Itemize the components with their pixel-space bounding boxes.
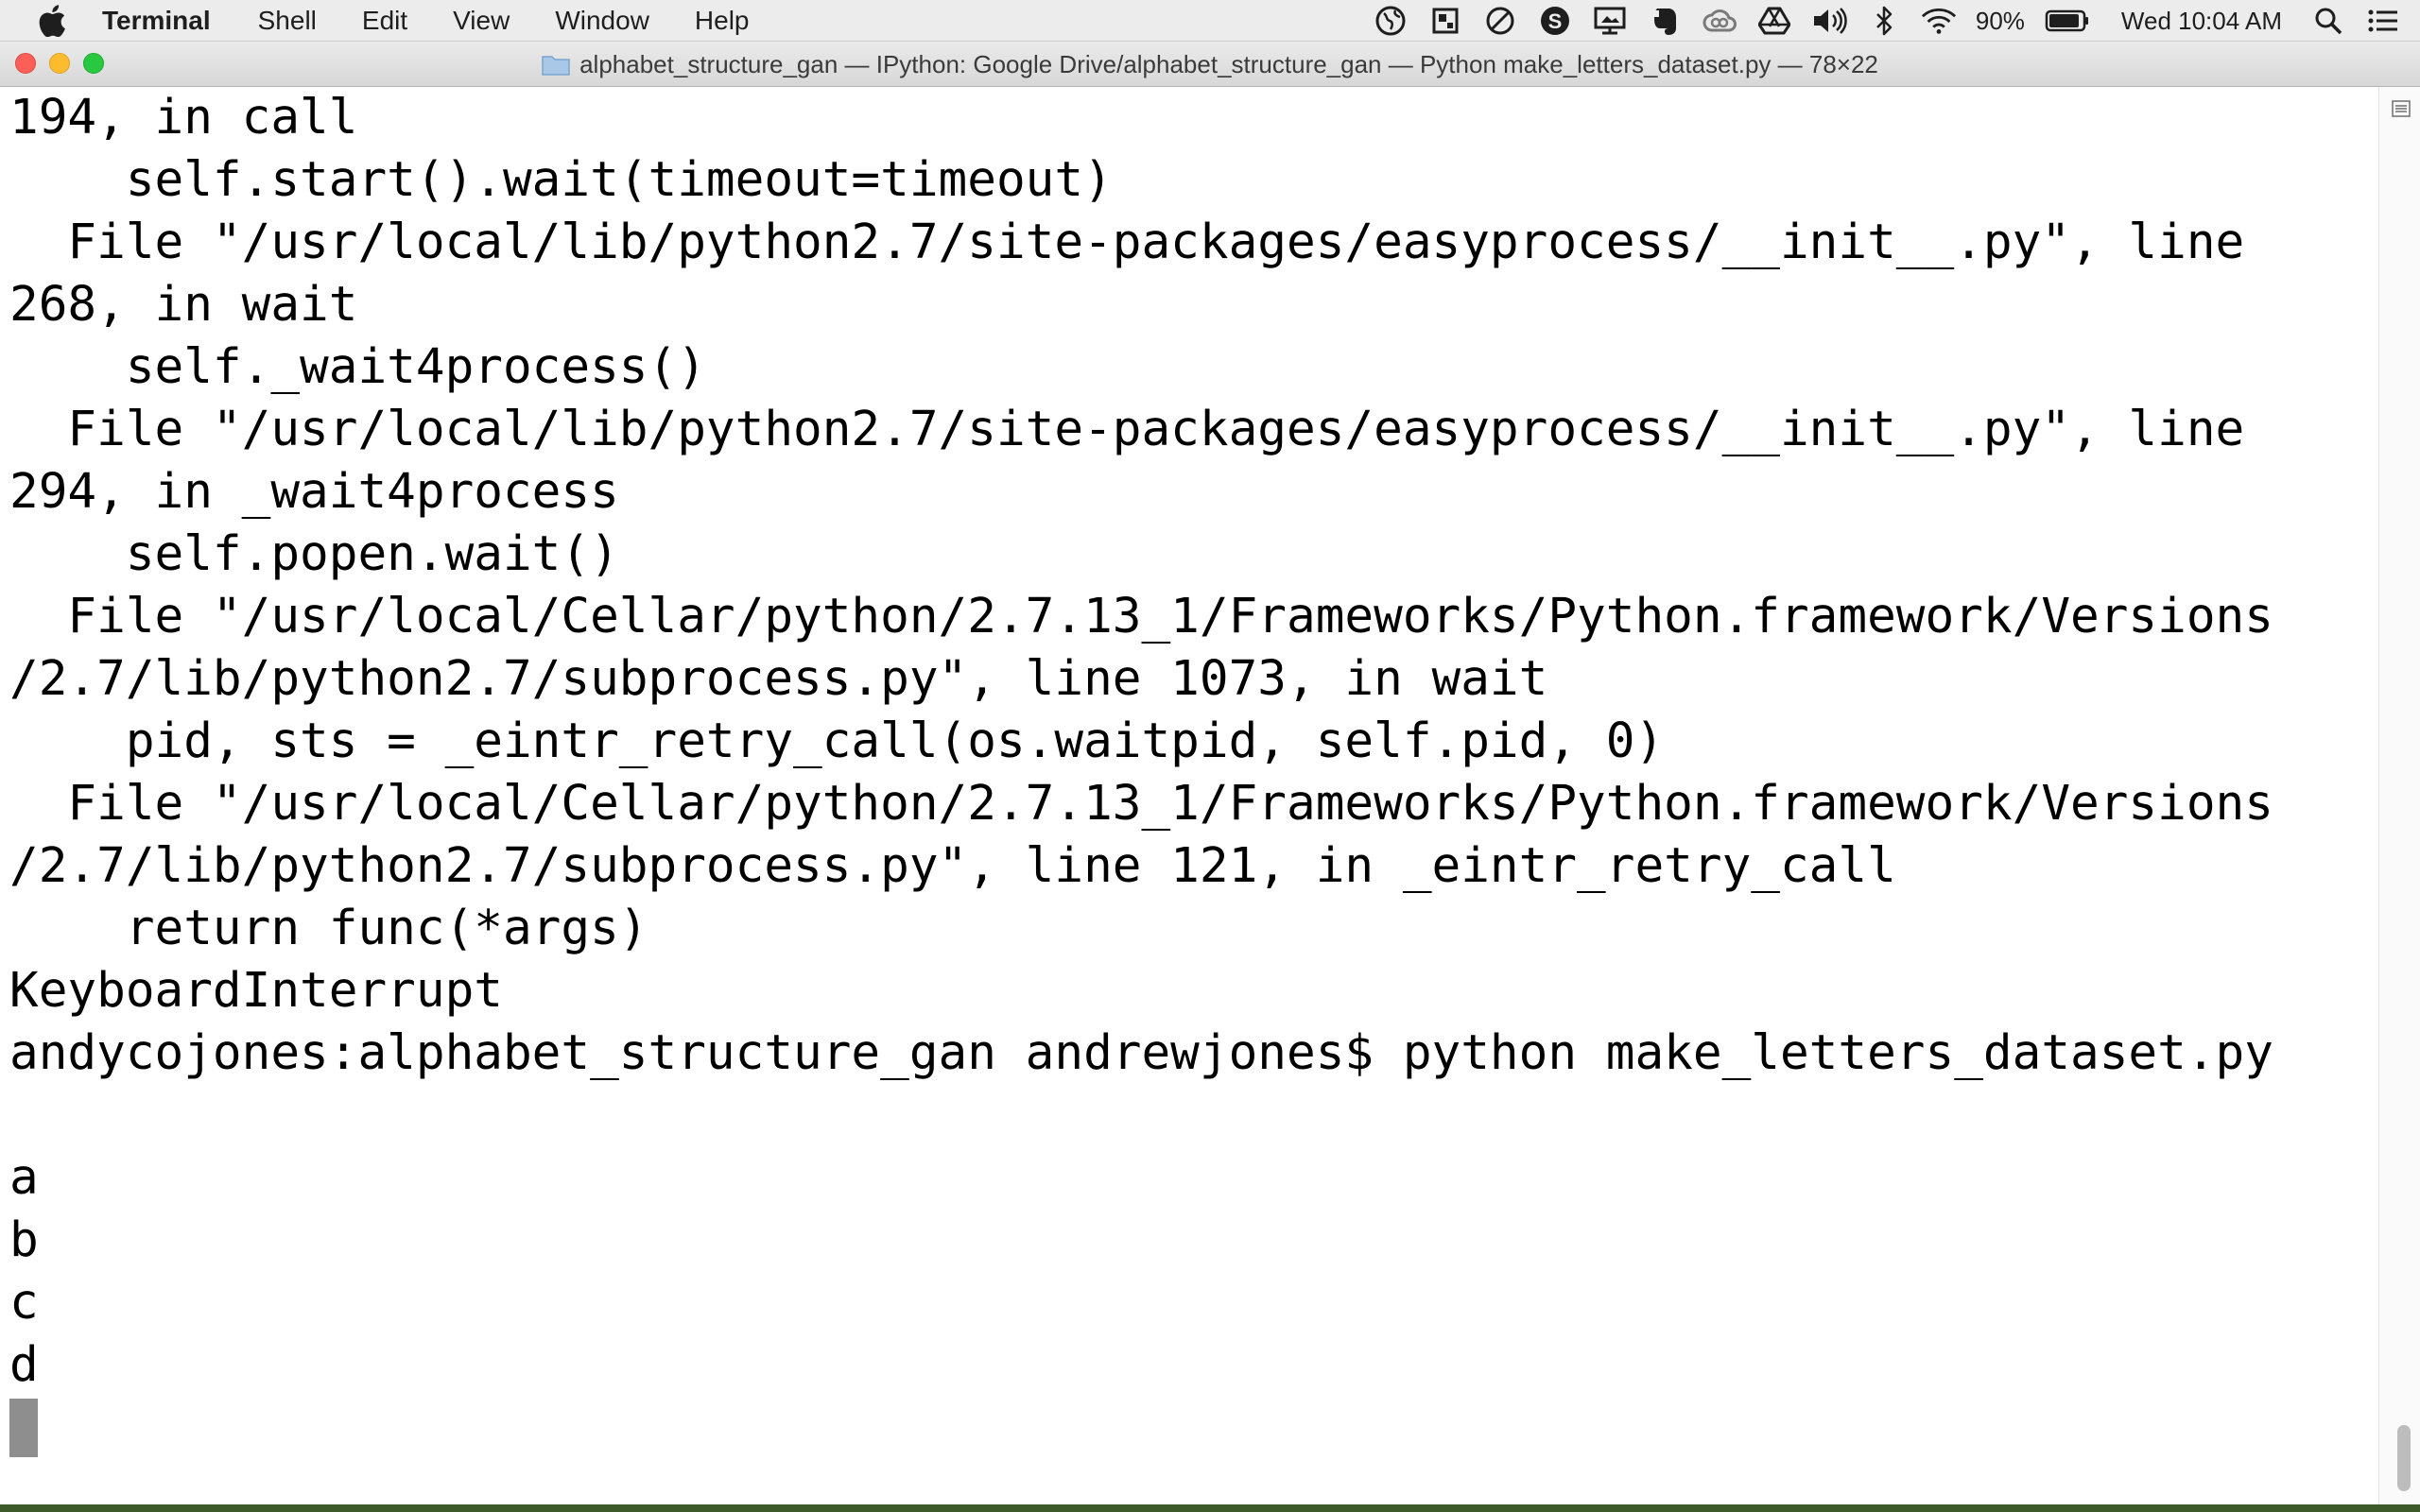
scrollbar-thumb[interactable] (2397, 1425, 2411, 1491)
drive-icon[interactable] (1756, 3, 1792, 39)
menubar-clock[interactable]: Wed 10:04 AM (2121, 7, 2282, 36)
vertical-scrollbar[interactable] (2378, 87, 2420, 1512)
svg-text:S: S (1548, 9, 1563, 33)
terminal-line: return func(*args) (9, 901, 648, 956)
terminal-line: File "/usr/local/Cellar/python/2.7.13_1/… (9, 776, 2273, 832)
battery-percent[interactable]: 90% (1976, 7, 2025, 36)
terminal-line: 294, in _wait4process (9, 464, 619, 520)
terminal-line: File "/usr/local/lib/python2.7/site-pack… (9, 402, 2245, 457)
volume-icon[interactable] (1811, 3, 1847, 39)
window-title-text: alphabet_structure_gan — IPython: Google… (579, 49, 1878, 78)
menu-shell[interactable]: Shell (258, 6, 317, 36)
evernote-icon[interactable] (1647, 3, 1683, 39)
battery-icon[interactable] (2044, 3, 2091, 39)
menu-help[interactable]: Help (695, 6, 750, 36)
menu-edit[interactable]: Edit (362, 6, 407, 36)
terminal-line: d (9, 1337, 39, 1393)
creative-cloud-icon[interactable] (1702, 3, 1737, 39)
terminal-line: 194, in call (9, 90, 358, 146)
terminal-line: File "/usr/local/Cellar/python/2.7.13_1/… (9, 589, 2273, 644)
screenshot-icon[interactable] (1427, 3, 1463, 39)
window-title: alphabet_structure_gan — IPython: Google… (0, 42, 2420, 87)
terminal-line: self.popen.wait() (9, 526, 619, 582)
terminal-line: self._wait4process() (9, 339, 706, 395)
notification-center-icon[interactable] (2365, 3, 2401, 39)
status-area: S 90% Wed 10:04 AM (1363, 0, 2420, 42)
apple-menu-icon[interactable] (36, 4, 68, 38)
terminal-line: b (9, 1212, 39, 1268)
terminal-prompt-line: andycojones:alphabet_structure_gan andre… (9, 1025, 2273, 1081)
menu-window[interactable]: Window (555, 6, 649, 36)
terminal-line: 268, in wait (9, 277, 358, 333)
globe-icon[interactable] (1373, 3, 1409, 39)
terminal-line: /2.7/lib/python2.7/subprocess.py", line … (9, 651, 1548, 707)
terminal-line: pid, sts = _eintr_retry_call(os.waitpid,… (9, 713, 1665, 769)
terminal-line: a (9, 1150, 39, 1206)
folder-icon (542, 56, 570, 76)
terminal-line: c (9, 1275, 39, 1331)
window-titlebar[interactable]: alphabet_structure_gan — IPython: Google… (0, 42, 2420, 87)
do-not-disturb-icon[interactable] (1482, 3, 1518, 39)
split-pane-icon[interactable] (2392, 100, 2411, 117)
cursor-line (0, 1397, 2378, 1459)
menu-bar: Terminal Shell Edit View Window Help S 9… (0, 0, 2420, 42)
spotlight-search-icon[interactable] (2310, 3, 2346, 39)
wifi-icon[interactable] (1921, 3, 1957, 39)
terminal-line: self.start().wait(timeout=timeout) (9, 152, 1113, 208)
terminal-line: KeyboardInterrupt (9, 963, 503, 1019)
bluetooth-icon[interactable] (1866, 3, 1902, 39)
desktop-strip (0, 1504, 2420, 1512)
terminal-line: /2.7/lib/python2.7/subprocess.py", line … (9, 838, 1896, 894)
terminal-output[interactable]: 194, in call self.start().wait(timeout=t… (0, 87, 2378, 1512)
terminal-cursor (9, 1399, 38, 1457)
display-icon[interactable] (1592, 3, 1628, 39)
menu-app-terminal[interactable]: Terminal (102, 6, 211, 36)
terminal-window: alphabet_structure_gan — IPython: Google… (0, 42, 2420, 1512)
terminal-line: File "/usr/local/lib/python2.7/site-pack… (9, 215, 2245, 270)
menu-view[interactable]: View (453, 6, 510, 36)
skype-icon[interactable]: S (1537, 3, 1573, 39)
